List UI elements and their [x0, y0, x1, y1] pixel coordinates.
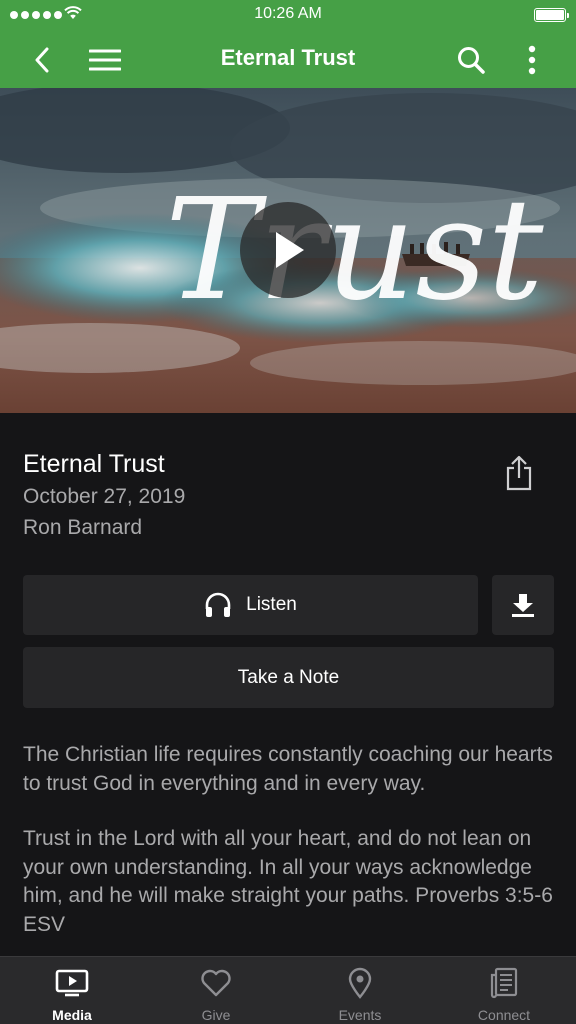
nav-bar: Eternal Trust — [0, 30, 576, 88]
app-header: 10:26 AM Eternal Trust — [0, 0, 576, 88]
download-button[interactable] — [492, 575, 554, 635]
map-pin-icon — [343, 967, 377, 999]
sermon-speaker: Ron Barnard — [23, 516, 143, 539]
tab-label: Events — [338, 1007, 382, 1023]
battery-icon — [534, 8, 569, 22]
heart-icon — [199, 967, 233, 999]
status-time: 10:26 AM — [254, 5, 322, 22]
tab-label: Give — [201, 1007, 231, 1023]
sermon-description: The Christian life requires constantly c… — [23, 741, 558, 939]
tab-label: Media — [52, 1007, 92, 1023]
sermon-title: Eternal Trust — [23, 450, 165, 478]
tab-bar: Media Give Events Connect — [0, 956, 576, 1024]
search-icon — [458, 47, 485, 74]
share-button[interactable] — [500, 452, 538, 494]
share-icon — [506, 455, 532, 491]
listen-label: Listen — [246, 594, 297, 615]
sermon-date: October 27, 2019 — [23, 485, 186, 508]
play-button[interactable] — [240, 202, 336, 298]
search-button[interactable] — [449, 38, 493, 82]
tab-events[interactable]: Events — [288, 957, 432, 1024]
listen-button[interactable]: Listen — [23, 575, 478, 635]
headphones-icon — [205, 592, 231, 617]
description-paragraph: Trust in the Lord with all your heart, a… — [23, 827, 553, 936]
play-icon — [276, 232, 304, 268]
artwork-word: Trust — [165, 169, 544, 332]
more-vertical-icon — [528, 45, 536, 75]
news-icon — [487, 967, 521, 999]
more-options-button[interactable] — [510, 38, 554, 82]
description-paragraph: The Christian life requires constantly c… — [23, 743, 553, 795]
tab-label: Connect — [477, 1007, 531, 1023]
tab-connect[interactable]: Connect — [432, 957, 576, 1024]
download-icon — [512, 594, 534, 617]
tv-play-icon — [55, 967, 89, 999]
take-note-label: Take a Note — [237, 666, 340, 688]
tab-give[interactable]: Give — [144, 957, 288, 1024]
take-note-button[interactable]: Take a Note — [23, 647, 554, 708]
sermon-artwork[interactable]: Trust — [0, 88, 576, 413]
tab-media[interactable]: Media — [0, 957, 144, 1024]
status-bar: 10:26 AM — [0, 0, 576, 30]
